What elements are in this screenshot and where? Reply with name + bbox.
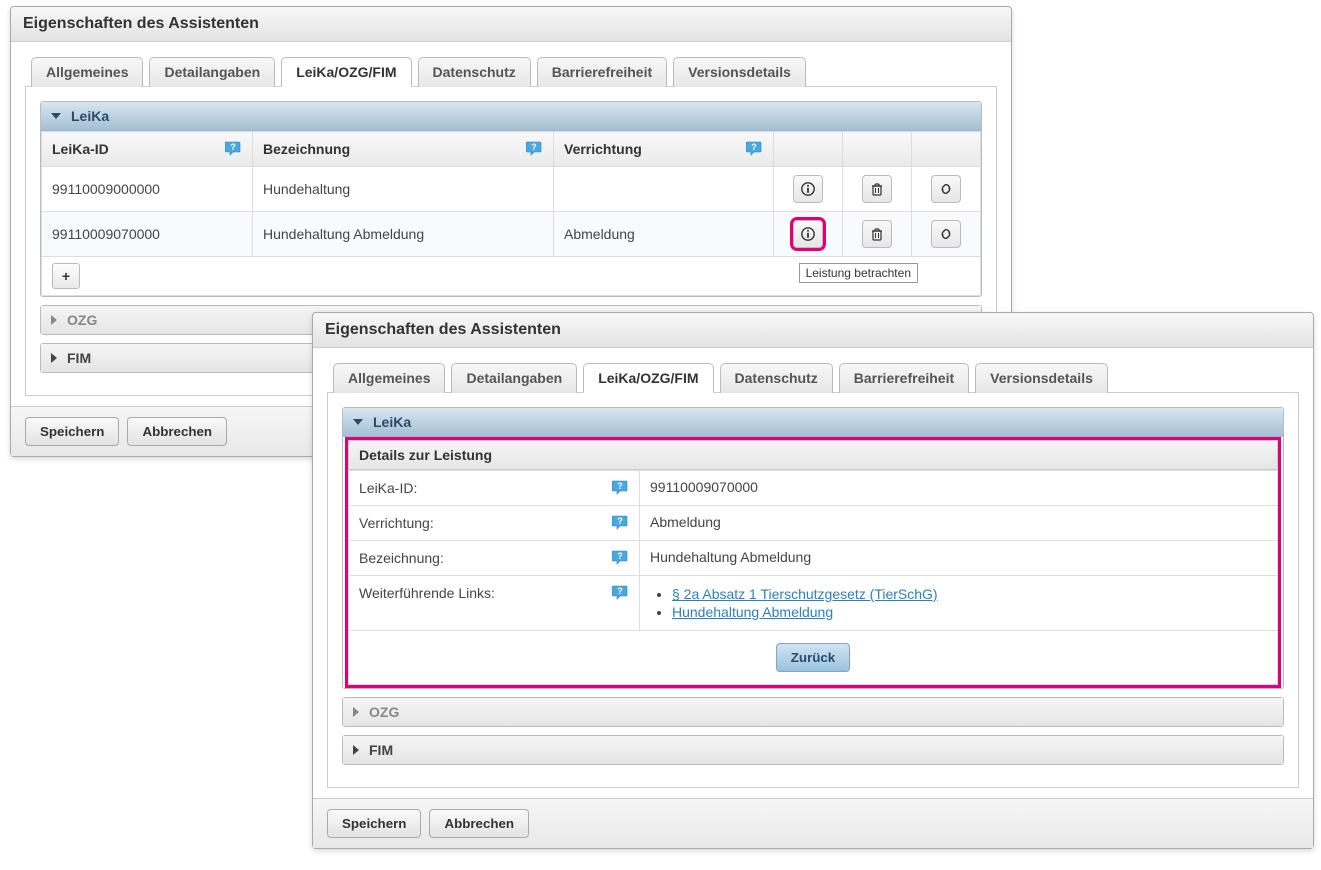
tab-datenschutz[interactable]: Datenschutz [720, 363, 833, 393]
delete-button[interactable] [862, 220, 892, 248]
cell-verrichtung [554, 167, 774, 212]
value-leika-id: 99110009070000 [640, 471, 1278, 506]
info-button[interactable] [793, 220, 823, 248]
label-leika-id: LeiKa-ID: [359, 480, 417, 496]
caret-right-icon [51, 353, 57, 363]
details-block: Details zur Leistung LeiKa-ID: 991100090… [345, 437, 1281, 688]
tab-versionsdetails[interactable]: Versionsdetails [975, 363, 1108, 393]
dialog-footer: Speichern Abbrechen [313, 798, 1313, 848]
accordion-leika-header[interactable]: LeiKa [41, 102, 981, 131]
accordion-fim-title: FIM [67, 350, 91, 366]
label-links: Weiterführende Links: [359, 585, 495, 601]
table-row: 99110009000000 Hundehaltung [42, 167, 981, 212]
info-button[interactable] [793, 175, 823, 203]
caret-right-icon [353, 707, 359, 717]
table-row: 99110009070000 Hundehaltung Abmeldung Ab… [42, 212, 981, 257]
caret-right-icon [51, 315, 57, 325]
help-icon[interactable] [224, 140, 242, 158]
col-bezeichnung: Bezeichnung [263, 141, 350, 157]
help-icon[interactable] [611, 584, 629, 602]
accordion-fim-title: FIM [369, 742, 393, 758]
help-icon[interactable] [611, 514, 629, 532]
link-button[interactable] [931, 220, 961, 248]
dialog-2: Eigenschaften des Assistenten Allgemeine… [312, 312, 1314, 849]
accordion-ozg-title: OZG [369, 704, 399, 720]
help-icon[interactable] [611, 479, 629, 497]
tab-leika[interactable]: LeiKa/OZG/FIM [281, 57, 411, 87]
caret-right-icon [353, 745, 359, 755]
tab-detail[interactable]: Detailangaben [149, 57, 275, 87]
details-title: Details zur Leistung [348, 440, 1278, 470]
col-verrichtung: Verrichtung [564, 141, 642, 157]
save-button[interactable]: Speichern [25, 417, 119, 446]
accordion-leika-title: LeiKa [71, 108, 109, 124]
details-table: LeiKa-ID: 99110009070000 Verrichtung: Ab… [348, 470, 1278, 631]
delete-button[interactable] [862, 175, 892, 203]
table-footer-row: Leistung betrachten + [42, 257, 981, 296]
col-leika-id: LeiKa-ID [52, 141, 109, 157]
help-icon[interactable] [745, 140, 763, 158]
cell-bezeichnung: Hundehaltung [253, 167, 554, 212]
cancel-button[interactable]: Abbrechen [429, 809, 529, 838]
accordion-leika: LeiKa LeiKa-ID Bezeichnung Verrichtung [40, 101, 982, 297]
value-verrichtung: Abmeldung [640, 506, 1278, 541]
tab-versionsdetails[interactable]: Versionsdetails [673, 57, 806, 87]
dialog-title: Eigenschaften des Assistenten [11, 7, 1011, 42]
accordion-ozg: OZG [342, 697, 1284, 727]
tab-bar: Allgemeines Detailangaben LeiKa/OZG/FIM … [327, 362, 1299, 393]
accordion-leika-header[interactable]: LeiKa [343, 408, 1283, 437]
cancel-button[interactable]: Abbrechen [127, 417, 227, 446]
add-row-button[interactable]: + [52, 263, 80, 289]
tab-bar: Allgemeines Detailangaben LeiKa/OZG/FIM … [25, 56, 997, 87]
label-bezeichnung: Bezeichnung: [359, 550, 444, 566]
leika-table: LeiKa-ID Bezeichnung Verrichtung 9911000… [41, 131, 981, 296]
help-icon[interactable] [611, 549, 629, 567]
back-button[interactable]: Zurück [776, 643, 850, 672]
help-icon[interactable] [525, 140, 543, 158]
links-list: § 2a Absatz 1 Tierschutzgesetz (TierSchG… [650, 586, 1267, 620]
tab-detail[interactable]: Detailangaben [451, 363, 577, 393]
tab-datenschutz[interactable]: Datenschutz [418, 57, 531, 87]
caret-down-icon [353, 419, 363, 425]
accordion-ozg-header[interactable]: OZG [343, 698, 1283, 726]
cell-leika-id: 99110009000000 [42, 167, 253, 212]
external-link[interactable]: Hundehaltung Abmeldung [672, 604, 833, 620]
accordion-fim: FIM [342, 735, 1284, 765]
cell-leika-id: 99110009070000 [42, 212, 253, 257]
tab-leika[interactable]: LeiKa/OZG/FIM [583, 363, 713, 393]
accordion-ozg-title: OZG [67, 312, 97, 328]
tab-general[interactable]: Allgemeines [333, 363, 445, 393]
caret-down-icon [51, 113, 61, 119]
tab-barrierefreiheit[interactable]: Barrierefreiheit [839, 363, 969, 393]
accordion-leika-title: LeiKa [373, 414, 411, 430]
save-button[interactable]: Speichern [327, 809, 421, 838]
tab-general[interactable]: Allgemeines [31, 57, 143, 87]
external-link[interactable]: § 2a Absatz 1 Tierschutzgesetz (TierSchG… [672, 586, 938, 602]
link-button[interactable] [931, 175, 961, 203]
cell-verrichtung: Abmeldung [554, 212, 774, 257]
accordion-leika: LeiKa Details zur Leistung LeiKa-ID: 991… [342, 407, 1284, 689]
value-bezeichnung: Hundehaltung Abmeldung [640, 541, 1278, 576]
cell-bezeichnung: Hundehaltung Abmeldung [253, 212, 554, 257]
tooltip: Leistung betrachten [799, 263, 918, 283]
tab-barrierefreiheit[interactable]: Barrierefreiheit [537, 57, 667, 87]
accordion-fim-header[interactable]: FIM [343, 736, 1283, 764]
label-verrichtung: Verrichtung: [359, 515, 434, 531]
dialog-title: Eigenschaften des Assistenten [313, 313, 1313, 348]
